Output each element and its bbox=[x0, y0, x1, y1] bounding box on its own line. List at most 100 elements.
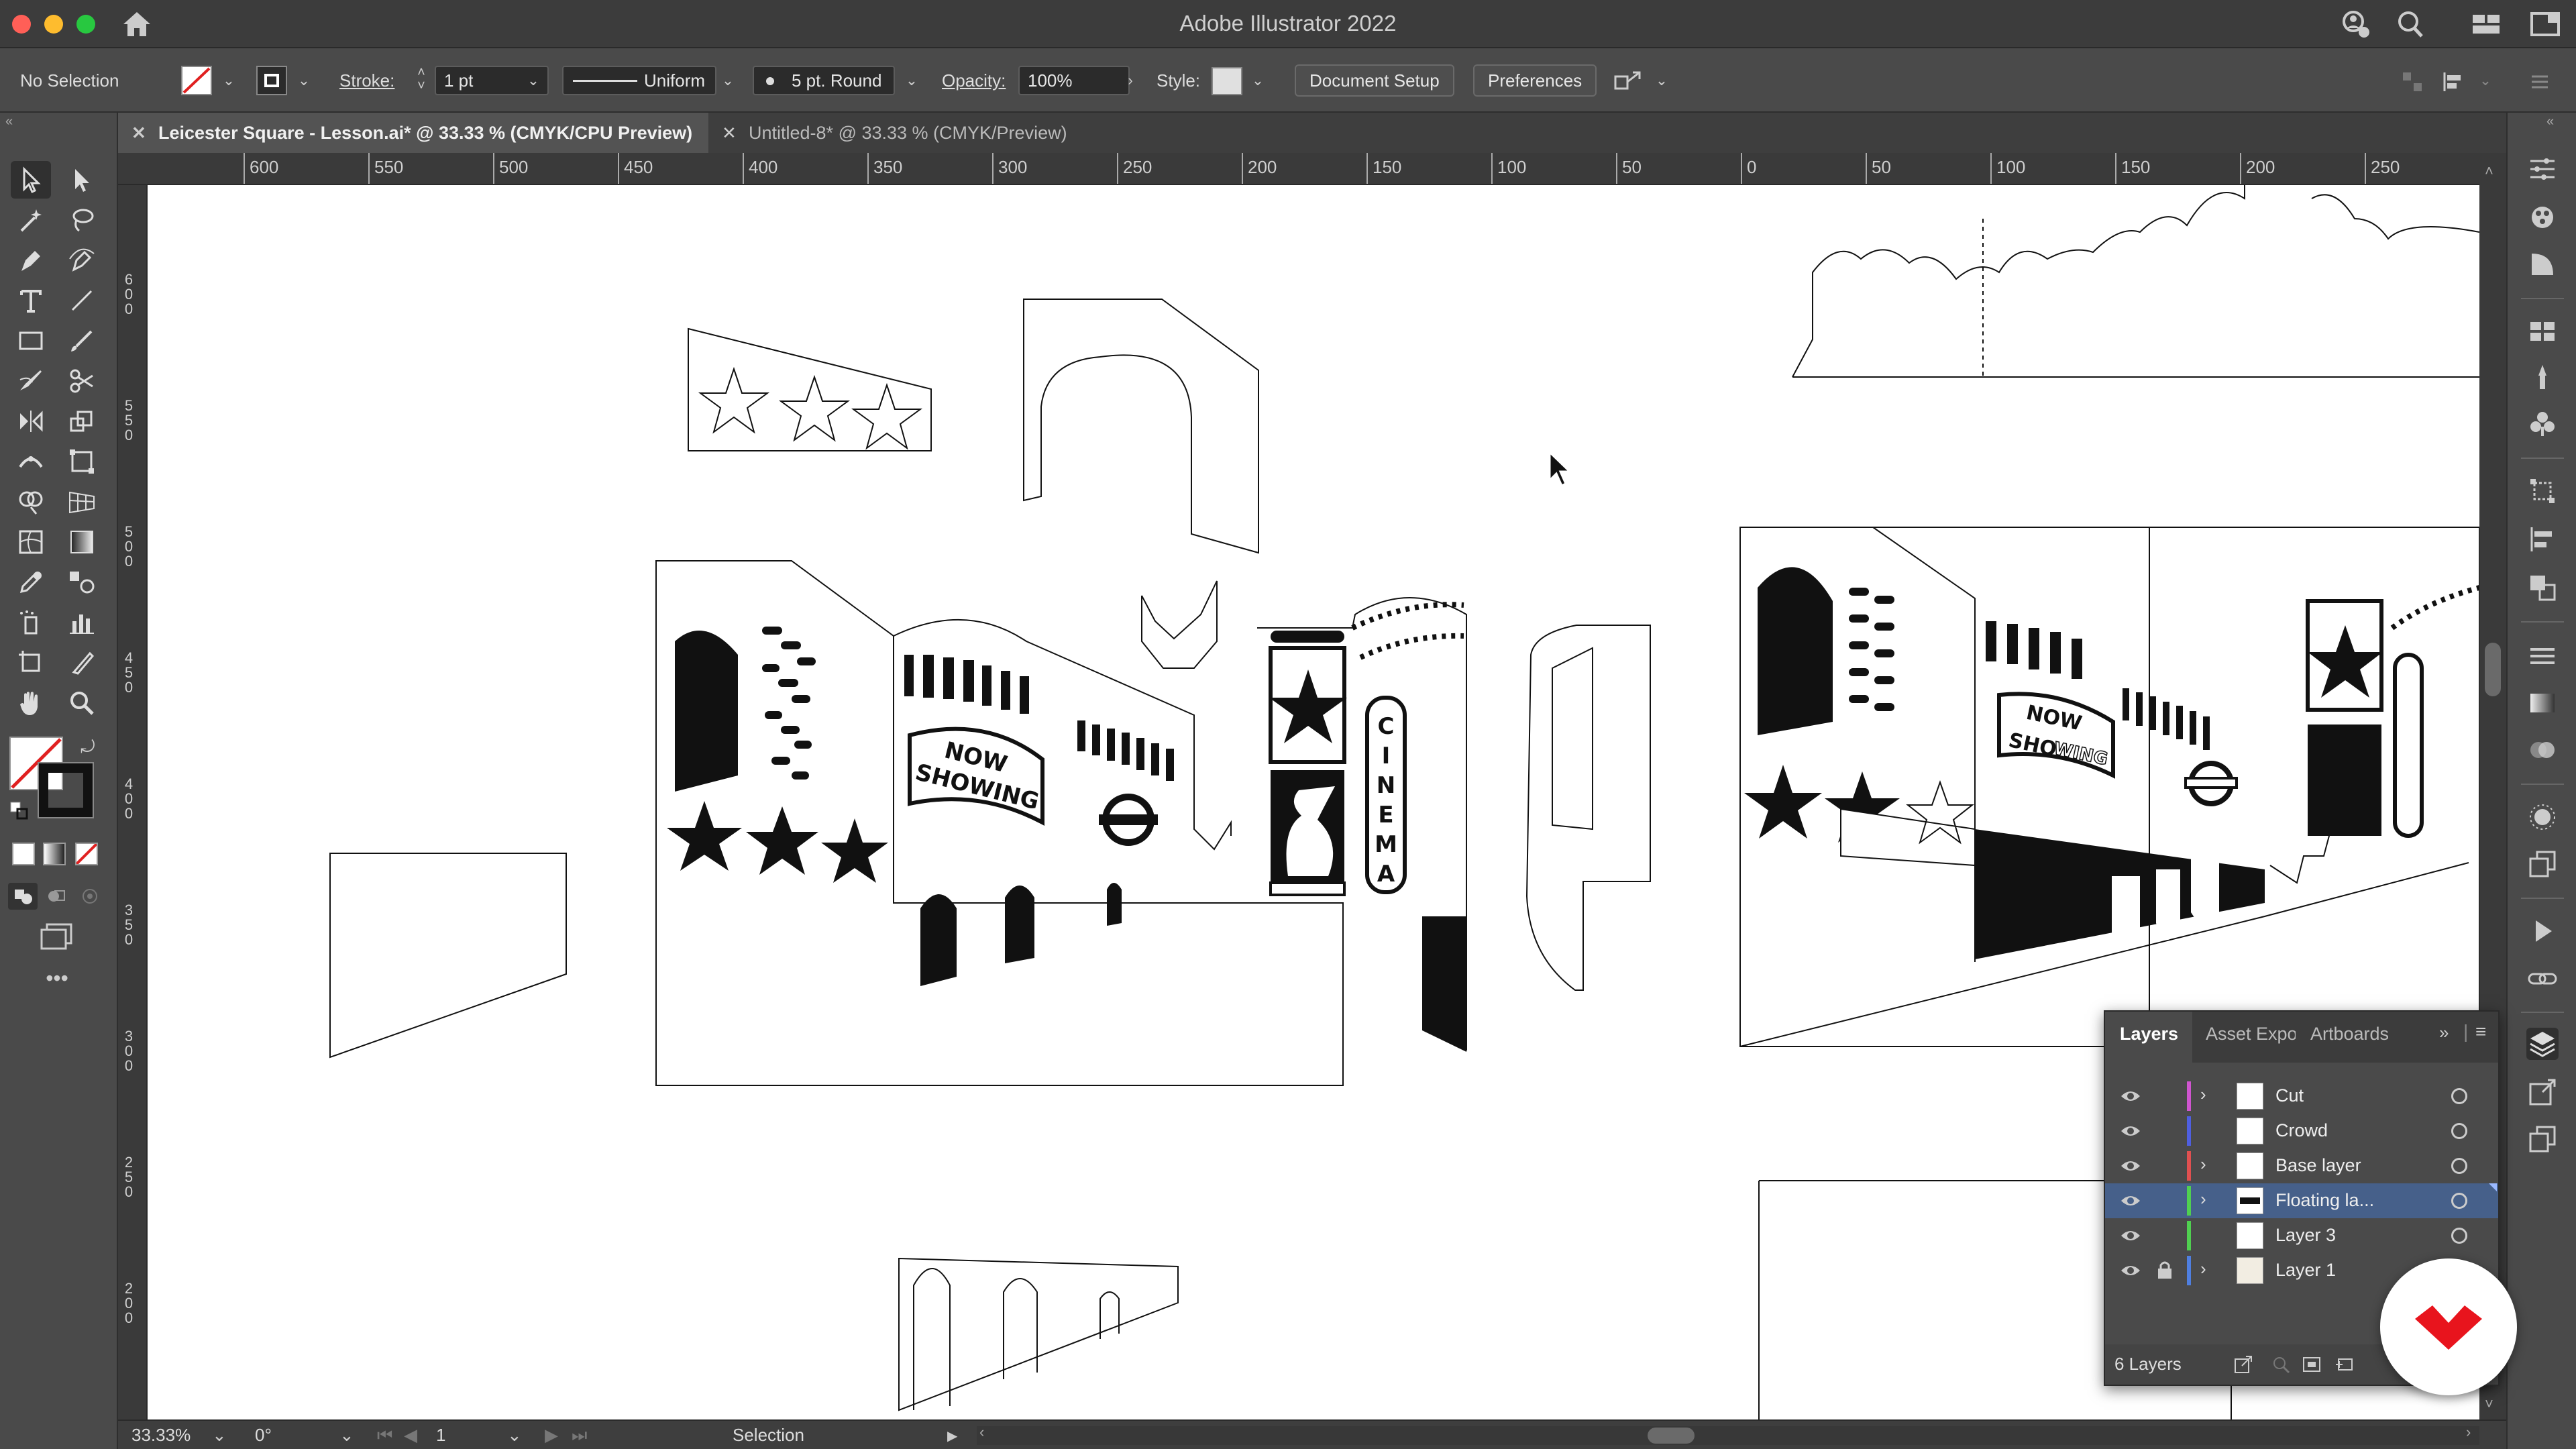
mesh-tool-icon[interactable] bbox=[11, 523, 51, 561]
zoom-tool-icon[interactable] bbox=[62, 684, 102, 722]
arrange-chevron-icon[interactable]: ⌄ bbox=[1652, 67, 1672, 94]
magic-wand-tool-icon[interactable] bbox=[11, 201, 51, 239]
shaper-tool-icon[interactable] bbox=[11, 362, 51, 400]
scale-tool-icon[interactable] bbox=[62, 402, 102, 440]
zoom-level[interactable]: 33.33% bbox=[131, 1425, 191, 1446]
layer-name[interactable]: Cut bbox=[2275, 1085, 2304, 1106]
direct-selection-tool-icon[interactable] bbox=[62, 161, 102, 199]
layer-target-icon[interactable] bbox=[2451, 1088, 2467, 1104]
preferences-button[interactable]: Preferences bbox=[1473, 64, 1597, 97]
fill-dropdown-chevron-icon[interactable]: ⌄ bbox=[219, 67, 239, 94]
lock-icon[interactable] bbox=[2156, 1260, 2174, 1280]
color-guide-icon[interactable] bbox=[2526, 248, 2559, 280]
learn-icon[interactable] bbox=[2339, 8, 2373, 40]
none-mode-icon[interactable] bbox=[75, 843, 98, 865]
visibility-eye-icon[interactable] bbox=[2120, 1157, 2141, 1175]
next-artboard-icon[interactable]: ▶ bbox=[545, 1425, 558, 1446]
rotation-chevron-icon[interactable]: ⌄ bbox=[339, 1425, 354, 1446]
transparency-panel-icon[interactable] bbox=[2526, 734, 2559, 766]
properties-panel-icon[interactable] bbox=[2526, 153, 2559, 185]
gradient-panel-icon[interactable] bbox=[2526, 687, 2559, 719]
visibility-eye-icon[interactable] bbox=[2120, 1122, 2141, 1140]
close-tab-icon[interactable]: ✕ bbox=[722, 113, 737, 153]
visibility-eye-icon[interactable] bbox=[2120, 1261, 2141, 1280]
artwork-bottom-arches[interactable] bbox=[898, 1257, 1179, 1411]
vertical-scroll-thumb[interactable] bbox=[2485, 643, 2501, 696]
control-bar-menu-icon[interactable] bbox=[2526, 68, 2553, 95]
horizontal-scroll-thumb[interactable] bbox=[1648, 1428, 1695, 1444]
graphic-style-swatch[interactable] bbox=[1212, 67, 1242, 95]
line-segment-tool-icon[interactable] bbox=[62, 282, 102, 319]
visibility-eye-icon[interactable] bbox=[2120, 1191, 2141, 1210]
stroke-weight-stepper[interactable]: ˄ ˅ bbox=[409, 66, 433, 95]
zoom-chevron-icon[interactable]: ⌄ bbox=[212, 1425, 227, 1446]
layer-row[interactable]: Layer 3 bbox=[2105, 1218, 2498, 1253]
selection-tool-icon[interactable] bbox=[11, 161, 51, 199]
layer-row[interactable]: Crowd bbox=[2105, 1114, 2498, 1148]
symbols-panel-icon[interactable] bbox=[2526, 408, 2559, 440]
draw-inside-icon[interactable] bbox=[76, 883, 103, 910]
layer-row-selected[interactable]: › Floating la... bbox=[2105, 1183, 2498, 1218]
scroll-left-icon[interactable]: ‹ bbox=[979, 1424, 984, 1441]
panel-expand-icon[interactable]: » bbox=[2439, 1022, 2449, 1043]
color-mode-icon[interactable] bbox=[12, 843, 35, 865]
actions-panel-icon[interactable] bbox=[2526, 915, 2559, 947]
tab-untitled-8[interactable]: ✕ Untitled-8* @ 33.33 % (CMYK/Preview) bbox=[708, 113, 1218, 153]
stroke-weight-chevron-icon[interactable]: ⌄ bbox=[523, 67, 543, 94]
artboard-chevron-icon[interactable]: ⌄ bbox=[507, 1425, 522, 1446]
brushes-panel-icon[interactable] bbox=[2526, 361, 2559, 393]
close-tab-icon[interactable]: ✕ bbox=[131, 113, 146, 153]
tab-leicester-square[interactable]: ✕ Leicester Square - Lesson.ai* @ 33.33 … bbox=[118, 113, 708, 153]
layer-target-icon[interactable] bbox=[2451, 1158, 2467, 1174]
links-panel-icon[interactable] bbox=[2526, 962, 2559, 994]
paintbrush-tool-icon[interactable] bbox=[62, 322, 102, 360]
create-sublayer-icon[interactable] bbox=[2333, 1354, 2355, 1375]
artboards-panel-icon[interactable] bbox=[2526, 1123, 2559, 1155]
layer-row[interactable]: › Cut bbox=[2105, 1079, 2498, 1114]
scissors-tool-icon[interactable] bbox=[62, 362, 102, 400]
layer-target-icon[interactable] bbox=[2451, 1228, 2467, 1244]
arrange-documents-icon[interactable] bbox=[2469, 8, 2504, 40]
opacity-input[interactable]: 100% bbox=[1018, 66, 1130, 95]
stroke-profile-dropdown[interactable]: Uniform bbox=[562, 66, 716, 95]
shape-builder-tool-icon[interactable] bbox=[11, 483, 51, 521]
column-graph-tool-icon[interactable] bbox=[62, 604, 102, 641]
slice-tool-icon[interactable] bbox=[62, 644, 102, 682]
stroke-panel-icon[interactable] bbox=[2526, 640, 2559, 672]
panel-menu-icon[interactable]: ≡ bbox=[2475, 1021, 2486, 1042]
type-tool-icon[interactable] bbox=[11, 282, 51, 319]
transform-icon[interactable] bbox=[2440, 68, 2467, 95]
layer-name[interactable]: Layer 3 bbox=[2275, 1225, 2336, 1246]
collapse-panel-icon[interactable]: « bbox=[5, 114, 13, 129]
artwork-panel-left[interactable] bbox=[329, 853, 567, 1059]
artwork-main-facade[interactable] bbox=[655, 560, 1344, 1086]
transform-panel-icon[interactable] bbox=[2526, 475, 2559, 507]
perspective-grid-tool-icon[interactable] bbox=[62, 483, 102, 521]
layer-name[interactable]: Layer 1 bbox=[2275, 1260, 2336, 1281]
document-setup-button[interactable]: Document Setup bbox=[1295, 64, 1454, 97]
brush-dropdown[interactable]: 5 pt. Round bbox=[753, 66, 895, 95]
draw-normal-icon[interactable] bbox=[8, 883, 38, 910]
screen-mode-icon[interactable] bbox=[38, 920, 78, 954]
graphic-styles-panel-icon[interactable] bbox=[2526, 848, 2559, 880]
expand-panels-icon[interactable]: « bbox=[2546, 114, 2554, 129]
opacity-arrow-icon[interactable]: › bbox=[1120, 67, 1140, 94]
pen-tool-icon[interactable] bbox=[11, 241, 51, 279]
visibility-eye-icon[interactable] bbox=[2120, 1226, 2141, 1245]
previous-artboard-icon[interactable]: ◀ bbox=[404, 1425, 417, 1446]
expand-layer-chevron-icon[interactable]: › bbox=[2200, 1084, 2206, 1105]
reflect-tool-icon[interactable] bbox=[11, 402, 51, 440]
expand-layer-chevron-icon[interactable]: › bbox=[2200, 1258, 2206, 1279]
rectangle-tool-icon[interactable] bbox=[11, 322, 51, 360]
first-artboard-icon[interactable]: ⏮ bbox=[377, 1425, 392, 1446]
locate-object-icon[interactable] bbox=[2270, 1354, 2292, 1375]
visibility-eye-icon[interactable] bbox=[2120, 1087, 2141, 1106]
expand-layer-chevron-icon[interactable]: › bbox=[2200, 1154, 2206, 1175]
workspace-switcher-icon[interactable] bbox=[2528, 8, 2563, 40]
tab-asset-export[interactable]: Asset Expo bbox=[2206, 1024, 2296, 1044]
lasso-tool-icon[interactable] bbox=[62, 201, 102, 239]
layer-target-icon[interactable] bbox=[2451, 1123, 2467, 1139]
width-tool-icon[interactable] bbox=[11, 443, 51, 480]
stroke-label[interactable]: Stroke: bbox=[339, 64, 394, 97]
align-icon[interactable] bbox=[2399, 68, 2426, 95]
